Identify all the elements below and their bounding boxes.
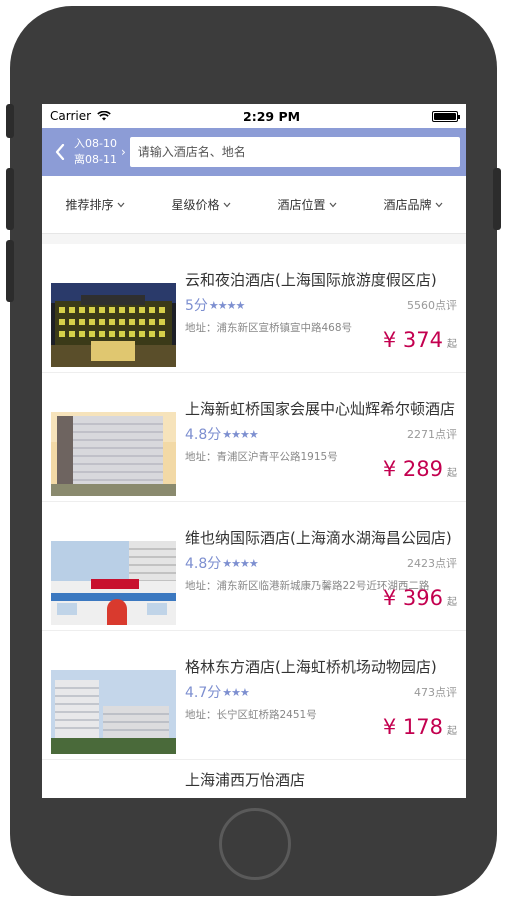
review-count: 2271点评 (407, 428, 457, 441)
checkin-date: 入08-10 (74, 137, 117, 150)
star-icons: ★★★★ (208, 298, 245, 312)
hotel-name: 云和夜泊酒店(上海国际旅游度假区店) (185, 271, 437, 289)
hotel-name: 维也纳国际酒店(上海滴水湖海昌公园店) (185, 529, 452, 547)
volume-down-button (6, 240, 14, 302)
rating-score: 4.8分 (185, 427, 222, 443)
hotel-photo (51, 670, 176, 754)
date-range[interactable]: 入08-10 离08-11 (74, 136, 117, 168)
hotel-price: ¥ 178 起 (383, 715, 457, 739)
back-button[interactable] (48, 136, 72, 168)
power-button (493, 168, 501, 230)
search-box[interactable] (129, 137, 460, 167)
filter-brand-label: 酒店品牌 (383, 198, 432, 212)
hotel-photo (51, 412, 176, 496)
hotel-name: 上海新虹桥国家会展中心灿辉希尔顿酒店 (185, 400, 456, 418)
chevron-down-icon (435, 202, 442, 207)
hotel-price: ¥ 396 起 (383, 586, 457, 610)
review-count: 473点评 (414, 686, 457, 699)
clock: 2:29 PM (243, 108, 301, 124)
hotel-card[interactable]: 云和夜泊酒店(上海国际旅游度假区店) 5分 ★★★★ 5560点评 地址：浦东新… (42, 244, 466, 373)
separator (42, 234, 466, 244)
rating-score: 4.7分 (185, 685, 222, 701)
volume-up-button (6, 168, 14, 230)
search-header: 入08-10 离08-11 › (42, 128, 466, 176)
hotel-photo (51, 541, 176, 625)
price-suffix: 起 (447, 597, 457, 608)
hotel-rating: 4.7分 ★★★ (185, 682, 250, 702)
star-icons: ★★★ (222, 685, 250, 699)
carrier-label: Carrier (50, 109, 92, 123)
filter-sort-label: 推荐排序 (65, 198, 114, 212)
battery-icon (432, 110, 460, 122)
star-icons: ★★★★ (222, 427, 258, 441)
hotel-info: 格林东方酒店(上海虹桥机场动物园店) 4.7分 ★★★ 473点评 地址：长宁区… (185, 657, 457, 722)
star-icons: ★★★★ (222, 556, 258, 570)
chevron-right-icon: › (120, 145, 126, 159)
hotel-card[interactable]: 格林东方酒店(上海虹桥机场动物园店) 4.7分 ★★★ 473点评 地址：长宁区… (42, 631, 466, 760)
filter-star-price[interactable]: 星级价格 (171, 196, 230, 213)
price-amount: ¥ 178 (382, 715, 443, 739)
chevron-left-icon (55, 144, 65, 160)
chevron-down-icon (329, 202, 336, 207)
price-suffix: 起 (447, 726, 457, 737)
filter-sort[interactable]: 推荐排序 (65, 196, 124, 213)
app-screen: Carrier 2:29 PM 入08-10 离08-11 › 推荐排序 (42, 104, 466, 798)
hotel-name: 格林东方酒店(上海虹桥机场动物园店) (185, 658, 437, 676)
price-amount: ¥ 374 (382, 328, 443, 352)
hotel-price: ¥ 289 起 (383, 457, 457, 481)
hotel-name: 上海浦西万怡酒店 (185, 771, 306, 789)
hotel-card[interactable]: 上海浦西万怡酒店 (42, 760, 466, 798)
hotel-card[interactable]: 维也纳国际酒店(上海滴水湖海昌公园店) 4.8分 ★★★★ 2423点评 地址：… (42, 502, 466, 631)
hotel-price: ¥ 374 起 (383, 328, 457, 352)
filter-location-label: 酒店位置 (277, 198, 326, 212)
filter-location[interactable]: 酒店位置 (277, 196, 336, 213)
filter-bar: 推荐排序 星级价格 酒店位置 酒店品牌 (42, 176, 466, 234)
hotel-info: 云和夜泊酒店(上海国际旅游度假区店) 5分 ★★★★ 5560点评 地址：浦东新… (185, 270, 457, 335)
filter-brand[interactable]: 酒店品牌 (383, 196, 442, 213)
search-input[interactable] (137, 145, 452, 159)
wifi-icon (97, 111, 111, 121)
hotel-list: 云和夜泊酒店(上海国际旅游度假区店) 5分 ★★★★ 5560点评 地址：浦东新… (42, 244, 466, 798)
chevron-down-icon (117, 202, 124, 207)
hotel-info: 上海浦西万怡酒店 (185, 770, 457, 790)
price-amount: ¥ 289 (382, 457, 443, 481)
hotel-photo (51, 283, 176, 367)
hotel-rating: 5分 ★★★★ (185, 295, 245, 315)
review-count: 2423点评 (407, 557, 457, 570)
hotel-rating: 4.8分 ★★★★ (185, 553, 259, 573)
price-amount: ¥ 396 (382, 586, 443, 610)
checkout-date: 离08-11 (74, 153, 117, 166)
hotel-card[interactable]: 上海新虹桥国家会展中心灿辉希尔顿酒店 4.8分 ★★★★ 2271点评 地址：青… (42, 373, 466, 502)
rating-score: 5分 (185, 298, 208, 314)
hotel-rating: 4.8分 ★★★★ (185, 424, 259, 444)
hotel-info: 维也纳国际酒店(上海滴水湖海昌公园店) 4.8分 ★★★★ 2423点评 地址：… (185, 528, 457, 593)
price-suffix: 起 (447, 468, 457, 479)
status-bar: Carrier 2:29 PM (42, 104, 466, 128)
filter-star-price-label: 星级价格 (171, 198, 220, 212)
mute-switch (6, 104, 14, 138)
review-count: 5560点评 (407, 299, 457, 312)
chevron-down-icon (223, 202, 230, 207)
rating-score: 4.8分 (185, 556, 222, 572)
price-suffix: 起 (447, 339, 457, 350)
hotel-info: 上海新虹桥国家会展中心灿辉希尔顿酒店 4.8分 ★★★★ 2271点评 地址：青… (185, 399, 457, 464)
home-button[interactable] (219, 808, 291, 880)
